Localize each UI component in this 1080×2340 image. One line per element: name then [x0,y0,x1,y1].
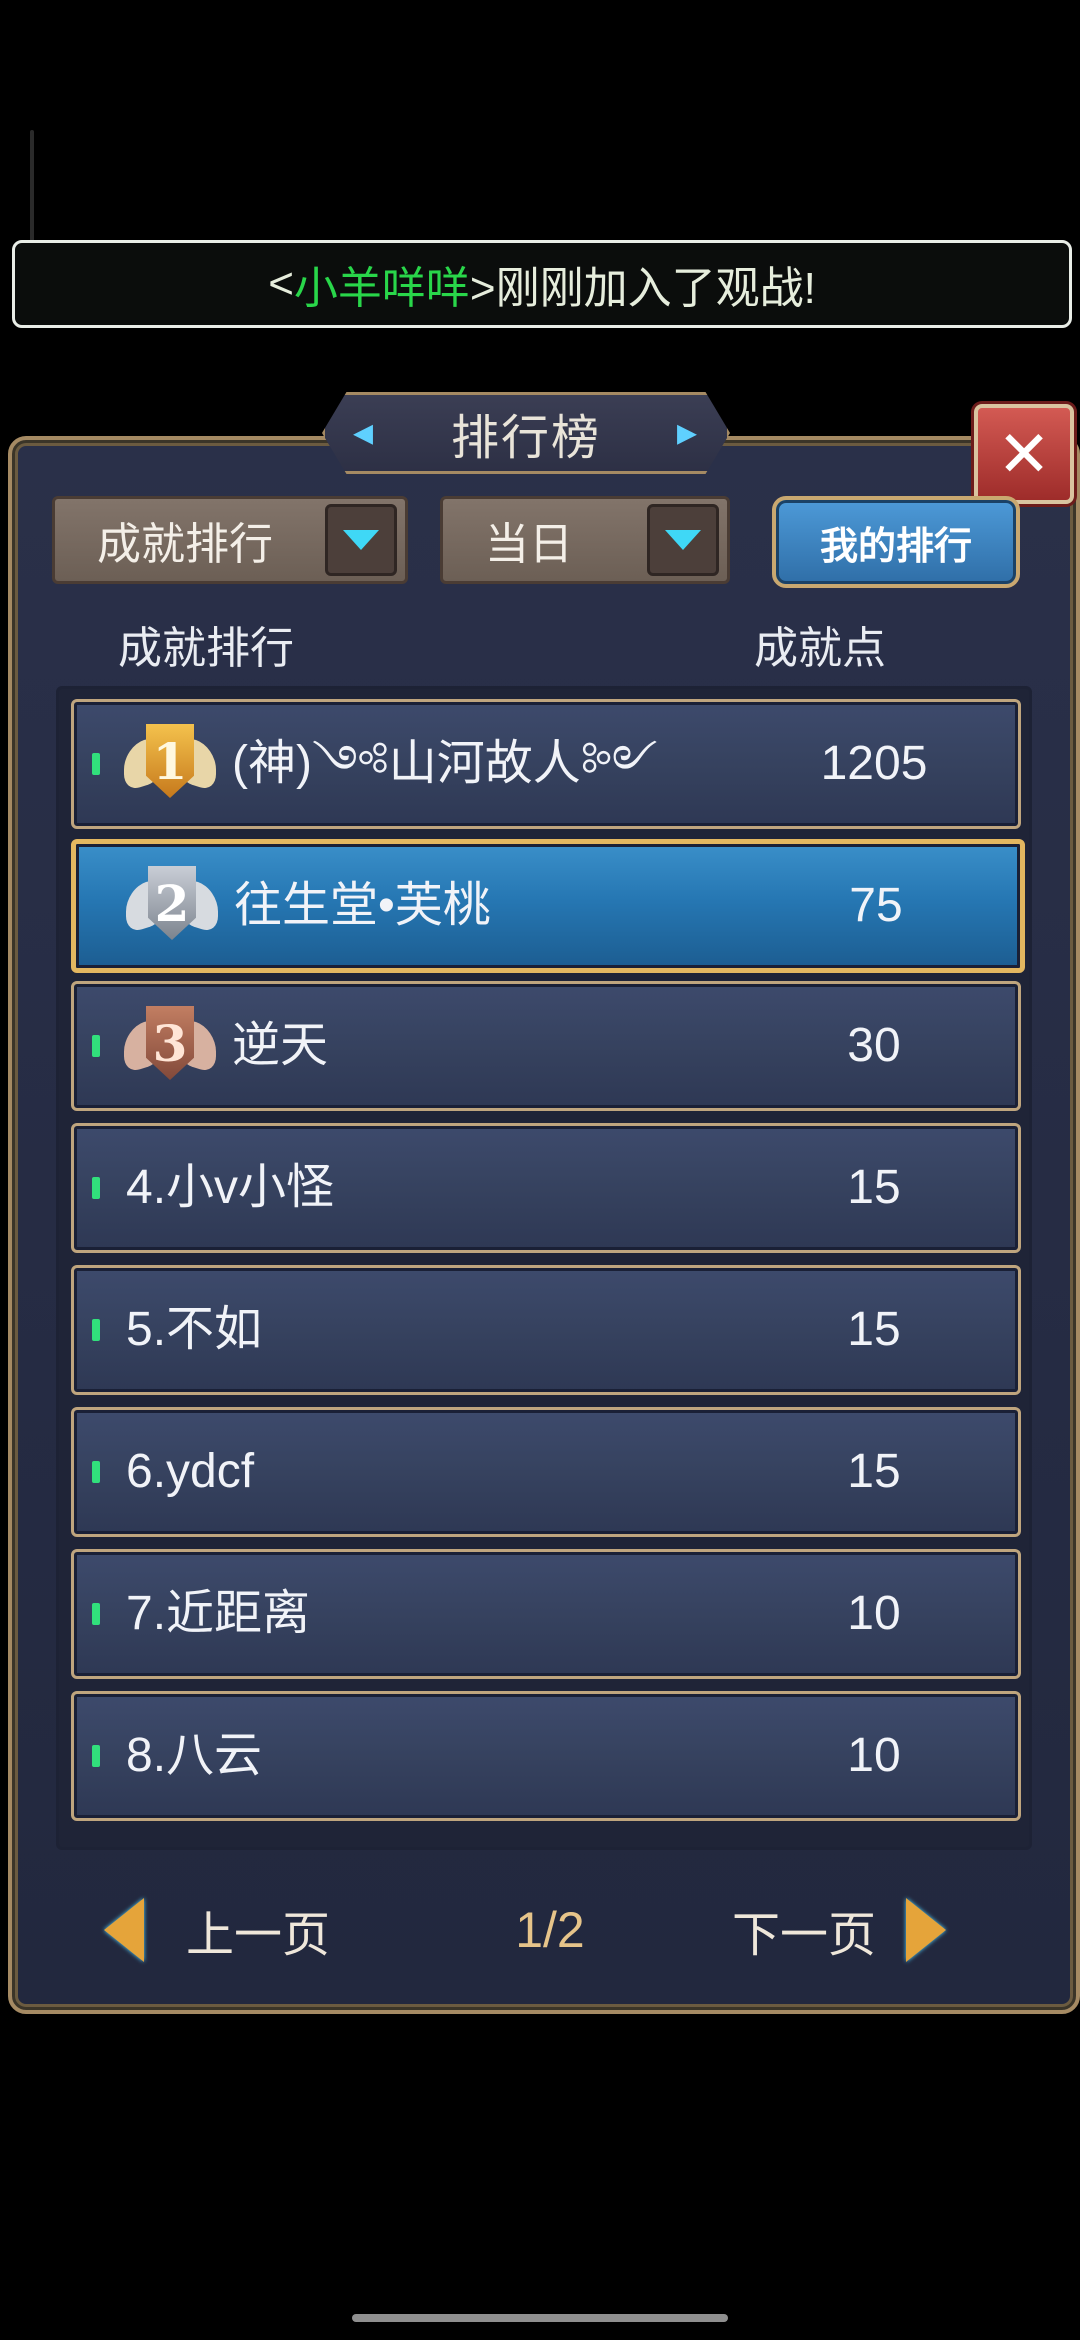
ranking-row-7[interactable]: 7.近距离 10 [71,1549,1021,1679]
home-indicator[interactable] [352,2314,728,2322]
ranking-list[interactable]: 1 (神)༺山河故人༻ 1205 2 往生堂•芙桃 75 3 逆天 30 4.小… [56,686,1032,1850]
row-marker [92,1319,100,1341]
player-points: 75 [849,879,903,932]
ranking-row-8[interactable]: 8.八云 10 [71,1691,1021,1821]
player-points: 10 [847,1729,901,1782]
dropdown-caret-icon [647,504,719,576]
column-header-name: 成就排行 [118,624,294,673]
left-arrow-icon [104,1898,144,1962]
player-name: 逆天 [232,1019,329,1072]
next-page-label: 下一页 [732,1909,877,1962]
player-name: 4.小v小怪 [126,1161,335,1214]
page-indicator: 1/2 [515,1902,585,1958]
panel-title: ◀ 排行榜 ▶ [322,392,730,474]
player-name: 5.不如 [126,1303,263,1356]
badge-number: 3 [146,1006,194,1080]
row-marker [92,1461,100,1483]
row-marker [92,1745,100,1767]
close-button[interactable]: ✕ [974,404,1074,504]
ranking-row-6[interactable]: 6.ydcf 15 [71,1407,1021,1537]
ranking-row-4[interactable]: 4.小v小怪 15 [71,1123,1021,1253]
dropdown-caret-icon [325,504,397,576]
player-points: 30 [847,1019,901,1072]
ranking-row-1[interactable]: 1 (神)༺山河故人༻ 1205 [71,699,1021,829]
player-points: 15 [847,1445,901,1498]
player-points: 15 [847,1161,901,1214]
player-name: (神)༺山河故人༻ [232,737,658,790]
badge-number: 1 [146,724,194,798]
player-points: 1205 [820,737,928,790]
row-marker [92,1603,100,1625]
my-rank-label: 我的排行 [819,525,972,568]
player-points: 15 [847,1303,901,1356]
ranking-row-2[interactable]: 2 往生堂•芙桃 75 [71,839,1025,973]
row-marker [92,1177,100,1199]
period-dropdown-value: 当日 [485,520,573,569]
close-icon: ✕ [997,417,1051,490]
bronze-rank-badge-icon: 3 [124,1000,216,1092]
row-marker [92,753,100,775]
panel-title-text: 排行榜 [450,412,601,465]
my-rank-button[interactable]: 我的排行 [772,496,1020,588]
player-points: 10 [847,1587,901,1640]
player-name: 往生堂•芙桃 [234,879,491,932]
category-dropdown-value: 成就排行 [97,520,273,569]
silver-rank-badge-icon: 2 [126,860,218,952]
notice-prefix: < [268,259,294,308]
title-left-ornament-icon: ◀ [353,417,375,448]
notice-player-name: 小羊咩咩 [293,264,470,313]
ranking-row-5[interactable]: 5.不如 15 [71,1265,1021,1395]
next-page-button[interactable]: 下一页 [732,1890,947,1970]
status-indicator [30,130,34,250]
spectator-notice: < 小羊咩咩 >刚刚加入了观战! [12,240,1072,328]
ranking-row-3[interactable]: 3 逆天 30 [71,981,1021,1111]
title-right-ornament-icon: ▶ [677,417,699,448]
prev-page-label: 上一页 [186,1909,331,1962]
column-header-points: 成就点 [754,624,886,673]
right-arrow-icon [906,1898,947,1962]
player-name: 8.八云 [126,1729,263,1782]
period-dropdown[interactable]: 当日 [440,496,730,584]
player-name: 6.ydcf [126,1445,255,1498]
gold-rank-badge-icon: 1 [124,718,216,810]
badge-number: 2 [148,866,196,940]
row-marker [92,1035,100,1057]
prev-page-button[interactable]: 上一页 [104,1890,330,1970]
notice-text: >刚刚加入了观战! [469,264,816,313]
category-dropdown[interactable]: 成就排行 [52,496,408,584]
player-name: 7.近距离 [126,1587,311,1640]
